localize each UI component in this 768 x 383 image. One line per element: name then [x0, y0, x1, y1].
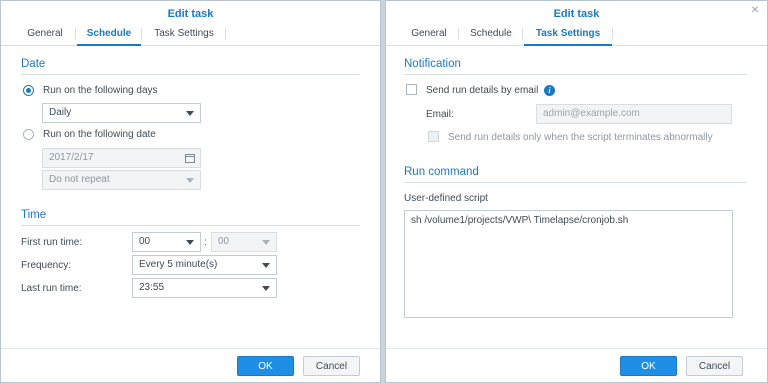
chevron-down-icon [262, 240, 270, 245]
abnormal-only-checkbox[interactable] [428, 131, 439, 142]
dialog-title: Edit task [167, 8, 214, 20]
date-input[interactable]: 2017/2/17 [42, 148, 201, 168]
tab-divider [225, 28, 226, 40]
send-email-checkbox[interactable] [406, 84, 417, 95]
close-icon[interactable]: ✕ [749, 5, 761, 17]
tab-divider [75, 28, 76, 40]
section-title-run-command: Run command [404, 166, 479, 178]
last-run-select[interactable]: 23:55 [132, 278, 277, 298]
days-select[interactable]: Daily [42, 103, 201, 123]
section-divider [21, 225, 360, 226]
tab-general[interactable]: General [15, 23, 75, 45]
radio-run-following-days[interactable] [23, 85, 34, 96]
cancel-button[interactable]: Cancel [686, 356, 743, 376]
first-run-minute-select[interactable]: 00 [211, 232, 277, 252]
section-divider [21, 74, 360, 75]
tab-divider [522, 28, 523, 40]
section-divider [404, 74, 747, 75]
calendar-icon [185, 154, 195, 163]
days-select-value: Daily [49, 107, 72, 118]
tab-schedule[interactable]: Schedule [77, 23, 141, 46]
tab-divider [141, 28, 142, 40]
tab-divider [458, 28, 459, 40]
section-title-notification: Notification [404, 58, 461, 70]
cancel-button[interactable]: Cancel [303, 356, 360, 376]
chevron-down-icon [186, 240, 194, 245]
script-label: User-defined script [404, 193, 488, 204]
first-run-hour-select[interactable]: 00 [132, 232, 201, 252]
abnormal-only-label: Send run details only when the script te… [448, 132, 713, 143]
chevron-down-icon [186, 178, 194, 183]
chevron-down-icon [186, 111, 194, 116]
tab-bar: General Schedule Task Settings [1, 23, 380, 46]
last-run-label: Last run time: [21, 283, 82, 294]
tab-task-settings[interactable]: Task Settings [524, 23, 612, 46]
first-run-minute-value: 00 [218, 236, 230, 247]
tab-general[interactable]: General [400, 23, 458, 45]
repeat-select-value: Do not repeat [49, 174, 110, 185]
radio-label-following-date: Run on the following date [43, 129, 156, 140]
tab-task-settings[interactable]: Task Settings [143, 23, 225, 45]
section-title-date: Date [21, 58, 46, 70]
tab-schedule[interactable]: Schedule [460, 23, 522, 45]
time-separator: : [204, 237, 207, 248]
dialog-title: Edit task [553, 8, 600, 20]
send-email-label: Send run details by email [426, 85, 539, 96]
date-input-value: 2017/2/17 [49, 152, 94, 163]
repeat-select[interactable]: Do not repeat [42, 170, 201, 190]
chevron-down-icon [262, 286, 270, 291]
frequency-select[interactable]: Every 5 minute(s) [132, 255, 277, 275]
radio-run-following-date[interactable] [23, 129, 34, 140]
email-input[interactable]: admin@example.com [536, 104, 732, 124]
tab-divider [612, 28, 613, 40]
frequency-label: Frequency: [21, 260, 72, 271]
tab-bar: General Schedule Task Settings [386, 23, 767, 46]
first-run-hour-value: 00 [139, 236, 151, 247]
email-label: Email: [426, 109, 454, 120]
footer-divider [386, 348, 767, 349]
section-divider [404, 182, 747, 183]
last-run-value: 23:55 [139, 282, 165, 293]
footer-divider [1, 348, 380, 349]
chevron-down-icon [262, 263, 270, 268]
info-icon[interactable]: i [544, 85, 555, 96]
section-title-time: Time [21, 209, 47, 221]
edit-task-dialog-task-settings: Edit task ✕ General Schedule Task Settin… [385, 0, 768, 383]
edit-task-dialog-schedule: Edit task General Schedule Task Settings… [0, 0, 381, 383]
ok-button[interactable]: OK [620, 356, 677, 376]
radio-label-following-days: Run on the following days [43, 85, 158, 96]
email-placeholder: admin@example.com [543, 108, 640, 119]
first-run-label: First run time: [21, 237, 83, 248]
script-value: sh /volume1/projects/VWP\ Timelapse/cron… [411, 215, 629, 226]
frequency-value: Every 5 minute(s) [139, 259, 218, 270]
script-textarea[interactable]: sh /volume1/projects/VWP\ Timelapse/cron… [404, 210, 733, 318]
ok-button[interactable]: OK [237, 356, 294, 376]
